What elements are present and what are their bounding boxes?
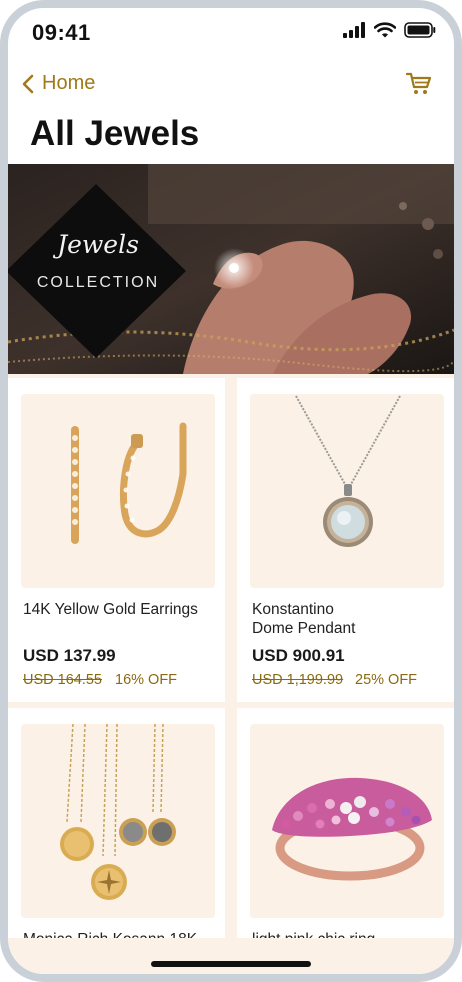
page-title: All Jewels <box>30 114 200 153</box>
product-price: USD 900.91 <box>252 646 345 665</box>
product-name-line-1: Konstantino <box>252 601 334 618</box>
product-card[interactable]: Konstantino Dome Pendant USD 900.91 USD … <box>237 378 454 702</box>
banner-caps-title: COLLECTION <box>36 274 160 291</box>
back-label: Home <box>42 72 96 94</box>
status-icons <box>342 22 436 38</box>
discount-label: 25% OFF <box>355 672 418 688</box>
product-card[interactable]: light pink chic ring <box>237 708 454 948</box>
product-old-price: USD 164.55 <box>23 672 102 688</box>
discount-label: 16% OFF <box>115 672 178 688</box>
ring-image <box>272 777 432 881</box>
product-grid: 14K Yellow Gold Earrings USD 137.99 USD … <box>8 374 454 948</box>
product-name: 14K Yellow Gold Earrings <box>23 601 198 618</box>
phone-frame: 09:41 Home All Jewels Jewels COLLECTION … <box>0 0 462 982</box>
back-button[interactable]: Home <box>22 72 95 95</box>
banner-script-title: Jewels <box>57 230 139 259</box>
battery-icon <box>404 22 436 38</box>
product-image <box>21 394 215 588</box>
lockets-image <box>60 723 176 900</box>
pendant-image <box>295 395 401 547</box>
home-indicator[interactable] <box>151 961 311 967</box>
status-time: 09:41 <box>32 20 91 45</box>
product-card[interactable]: Monica Rich Kosann 18K <box>8 708 225 948</box>
signal-icon <box>343 22 365 38</box>
product-name: Konstantino Dome Pendant <box>252 600 355 638</box>
bottom-bar <box>8 938 454 974</box>
wifi-icon <box>374 22 396 38</box>
collection-banner[interactable]: Jewels COLLECTION <box>8 164 454 374</box>
product-card[interactable]: 14K Yellow Gold Earrings USD 137.99 USD … <box>8 378 225 702</box>
product-price: USD 137.99 <box>23 646 116 665</box>
cart-button[interactable] <box>405 72 432 101</box>
product-old-price: USD 1,199.99 <box>252 672 344 688</box>
banner-image <box>8 164 454 374</box>
product-image <box>250 724 444 918</box>
product-name-line-2: Dome Pendant <box>252 620 356 637</box>
product-image <box>21 723 215 918</box>
navigation-bar: Home <box>8 66 454 106</box>
chevron-left-icon <box>22 74 34 93</box>
cart-icon <box>405 72 432 94</box>
product-image <box>250 394 444 588</box>
earrings-image <box>71 422 187 544</box>
status-bar: 09:41 <box>8 8 454 60</box>
